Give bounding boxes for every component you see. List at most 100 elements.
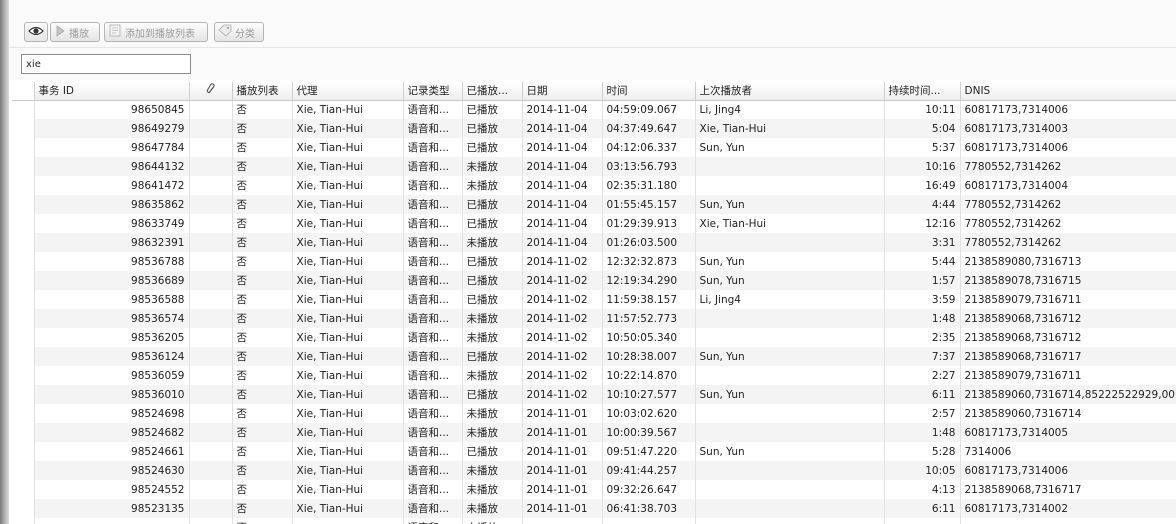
table-row[interactable]: 98635862 否 Xie, Tian-Hui 语音和... 已播放 2014-11-0…: [12, 195, 1176, 214]
table-row[interactable]: 98524552 否 Xie, Tian-Hui 语音和... 未播放 2014-11-0…: [12, 480, 1176, 499]
table-row[interactable]: 98524661 否 Xie, Tian-Hui 语音和... 已播放 2014-11-0…: [12, 442, 1176, 461]
row-selector[interactable]: [12, 214, 35, 233]
cell-duration: 4:13: [884, 480, 961, 499]
row-selector[interactable]: [12, 233, 35, 252]
row-selector[interactable]: [12, 195, 35, 214]
cell-last-player: [695, 480, 885, 499]
table-row[interactable]: 98523135 否 Xie, Tian-Hui 语音和... 未播放 2014-11-0…: [12, 499, 1176, 518]
cell-last-player: Xie, Tian-Hui: [695, 214, 885, 233]
row-selector[interactable]: [12, 442, 35, 461]
cell-date: 2014-11-02: [522, 328, 603, 347]
table-row[interactable]: 98524682 否 Xie, Tian-Hui 语音和... 未播放 2014-11-0…: [12, 423, 1176, 442]
table-row[interactable]: 98641472 否 Xie, Tian-Hui 语音和... 未播放 2014-11-0…: [12, 176, 1176, 195]
cell-transaction-id: 98536788: [34, 252, 190, 271]
cell-attachment: [189, 347, 233, 366]
cell-duration: 10:16: [884, 157, 961, 176]
column-header-duration[interactable]: 持续时间...: [884, 82, 961, 101]
row-selector[interactable]: [12, 290, 35, 309]
table-row[interactable]: 98536205 否 Xie, Tian-Hui 语音和... 未播放 2014-11-0…: [12, 328, 1176, 347]
cell-attachment: [189, 214, 233, 233]
cell-record-type: 语音和...: [403, 347, 463, 366]
cell-date: 2014-11-02: [522, 347, 603, 366]
column-header-played-status[interactable]: 已播放...: [462, 82, 523, 101]
column-header-attachment[interactable]: [189, 82, 233, 101]
cell-last-player: [695, 328, 885, 347]
row-selector[interactable]: [12, 119, 35, 138]
row-selector[interactable]: [12, 499, 35, 518]
table-row[interactable]: 98536689 否 Xie, Tian-Hui 语音和... 已播放 2014-11-0…: [12, 271, 1176, 290]
column-header-date[interactable]: 日期: [522, 82, 603, 101]
row-selector[interactable]: [12, 271, 35, 290]
table-row[interactable]: 98632391 否 Xie, Tian-Hui 语音和... 未播放 2014-11-0…: [12, 233, 1176, 252]
row-selector[interactable]: [12, 328, 35, 347]
table-row[interactable]: 98644132 否 Xie, Tian-Hui 语音和... 未播放 2014-11-0…: [12, 157, 1176, 176]
cell-last-player: [695, 518, 885, 524]
cell-duration: 7:37: [884, 347, 961, 366]
search-input[interactable]: [21, 54, 191, 74]
row-selector[interactable]: [12, 100, 35, 119]
cell-duration: 1:57: [884, 271, 961, 290]
column-header-dnis[interactable]: DNIS: [960, 82, 1176, 101]
cell-agent: Xie, Tian-Hui: [292, 404, 404, 423]
table-row[interactable]: 98524698 否 Xie, Tian-Hui 语音和... 未播放 2014-11-0…: [12, 404, 1176, 423]
table-row[interactable]: 98524630 否 Xie, Tian-Hui 语音和... 未播放 2014-11-0…: [12, 461, 1176, 480]
cell-dnis: 2138589079,7316711: [960, 290, 1176, 309]
table-row[interactable]: 98536788 否 Xie, Tian-Hui 语音和... 已播放 2014-11-0…: [12, 252, 1176, 271]
row-selector[interactable]: [12, 309, 35, 328]
cell-agent: Xie, Tian-Hui: [292, 328, 404, 347]
cell-time: [602, 518, 696, 524]
row-selector[interactable]: [12, 366, 35, 385]
cell-played-status: 未播放: [462, 499, 523, 518]
cell-time: 10:00:39.567: [602, 423, 696, 442]
cell-dnis: 2138589068,7316712: [960, 309, 1176, 328]
row-selector[interactable]: [12, 252, 35, 271]
cell-agent: Xie, Tian-Hui: [292, 271, 404, 290]
cell-record-type: 语音和...: [403, 366, 463, 385]
row-selector[interactable]: [12, 480, 35, 499]
row-selector[interactable]: [12, 461, 35, 480]
table-row[interactable]: 98536574 否 Xie, Tian-Hui 语音和... 未播放 2014-11-0…: [12, 309, 1176, 328]
table-row[interactable]: 98536588 否 Xie, Tian-Hui 语音和... 已播放 2014-11-0…: [12, 290, 1176, 309]
column-header-agent[interactable]: 代理: [292, 82, 404, 101]
row-selector[interactable]: [12, 404, 35, 423]
play-button[interactable]: 播放: [50, 22, 100, 42]
category-button[interactable]: 分类: [214, 22, 264, 42]
cell-date: 2014-11-04: [522, 214, 603, 233]
column-header-last-player[interactable]: 上次播放者: [695, 82, 885, 101]
column-header-time[interactable]: 时间: [602, 82, 696, 101]
table-row[interactable]: 98633749 否 Xie, Tian-Hui 语音和... 已播放 2014-11-0…: [12, 214, 1176, 233]
cell-dnis: 2138589060,7316714,85222522929,001852: [960, 385, 1176, 404]
row-selector[interactable]: [12, 518, 35, 524]
cell-dnis: 60817173,7314003: [960, 119, 1176, 138]
add-to-playlist-button[interactable]: 添加到播放列表: [104, 22, 208, 42]
column-header-playlist[interactable]: 播放列表: [232, 82, 293, 101]
cell-playlist: 否: [232, 100, 293, 119]
row-selector[interactable]: [12, 423, 35, 442]
row-selector[interactable]: [12, 385, 35, 404]
cell-last-player: Sun, Yun: [695, 195, 885, 214]
cell-agent: Xie, Tian-Hui: [292, 119, 404, 138]
cell-transaction-id: 98633749: [34, 214, 190, 233]
table-row[interactable]: 98536124 否 Xie, Tian-Hui 语音和... 已播放 2014-11-0…: [12, 347, 1176, 366]
table-row[interactable]: 98650845 否 Xie, Tian-Hui 语音和... 已播放 2014-11-0…: [12, 100, 1176, 119]
column-header-record-type[interactable]: 记录类型: [403, 82, 463, 101]
row-selector[interactable]: [12, 157, 35, 176]
table-row[interactable]: 98536059 否 Xie, Tian-Hui 语音和... 未播放 2014-11-0…: [12, 366, 1176, 385]
cell-dnis: 7780552,7314262: [960, 233, 1176, 252]
row-selector[interactable]: [12, 176, 35, 195]
cell-attachment: [189, 442, 233, 461]
cell-agent: Xie, Tian-Hui: [292, 309, 404, 328]
table-row[interactable]: 98647784 否 Xie, Tian-Hui 语音和... 已播放 2014-11-0…: [12, 138, 1176, 157]
cell-dnis: 7780552,7314262: [960, 214, 1176, 233]
cell-played-status: 未播放: [462, 423, 523, 442]
cell-dnis: 60817173,7314002: [960, 499, 1176, 518]
column-header-transaction-id[interactable]: 事务 ID: [34, 82, 190, 101]
table-row[interactable]: 98536010 否 Xie, Tian-Hui 语音和... 已播放 2014-11-0…: [12, 385, 1176, 404]
row-selector[interactable]: [12, 138, 35, 157]
row-selector[interactable]: [12, 347, 35, 366]
cell-attachment: [189, 100, 233, 119]
table-row[interactable]: 98649279 否 Xie, Tian-Hui 语音和... 已播放 2014-11-0…: [12, 119, 1176, 138]
view-button[interactable]: [24, 22, 48, 42]
table-row[interactable]: 否 语音和...未播放: [12, 518, 1176, 524]
cell-dnis: 2138589080,7316713: [960, 252, 1176, 271]
